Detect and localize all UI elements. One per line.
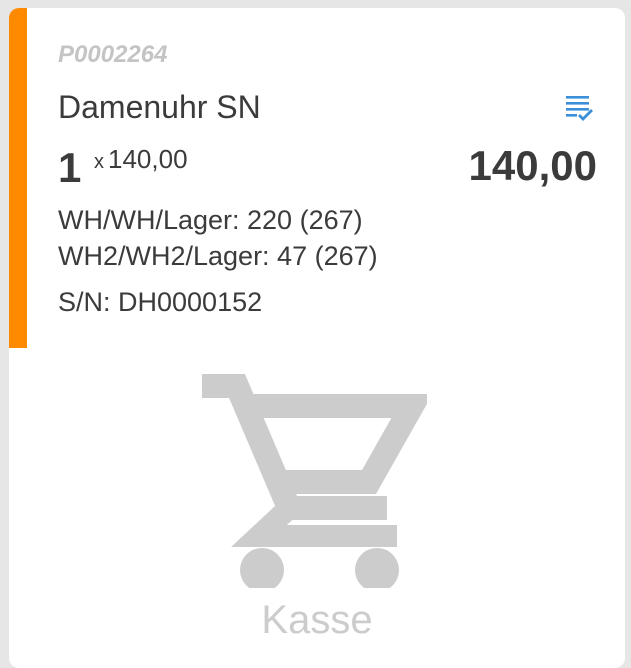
times-symbol: x	[94, 151, 104, 173]
selected-indicator	[9, 8, 27, 348]
empty-state-label: Kasse	[261, 598, 373, 642]
stock-info: WH2/WH2/Lager: 47 (267)	[58, 241, 378, 271]
shopping-cart-icon	[197, 358, 433, 592]
cart-empty-state: Kasse	[9, 348, 625, 668]
list-check-icon[interactable]	[564, 93, 594, 123]
serial-number: S/N: DH0000152	[58, 287, 263, 317]
stock-info: WH/WH/Lager: 220 (267)	[58, 205, 363, 235]
unit-price: 140,00	[108, 144, 188, 174]
order-panel: P0002264 Damenuhr SN 1 x 140,00 140,00 WH…	[9, 8, 625, 668]
product-name: Damenuhr SN	[58, 89, 261, 125]
unit-price-group: x 140,00	[94, 144, 188, 177]
line-total: 140,00	[468, 142, 597, 189]
order-line-item[interactable]: P0002264 Damenuhr SN 1 x 140,00 140,00 WH…	[9, 8, 625, 348]
product-sku: P0002264	[58, 41, 168, 68]
quantity: 1	[58, 144, 82, 191]
